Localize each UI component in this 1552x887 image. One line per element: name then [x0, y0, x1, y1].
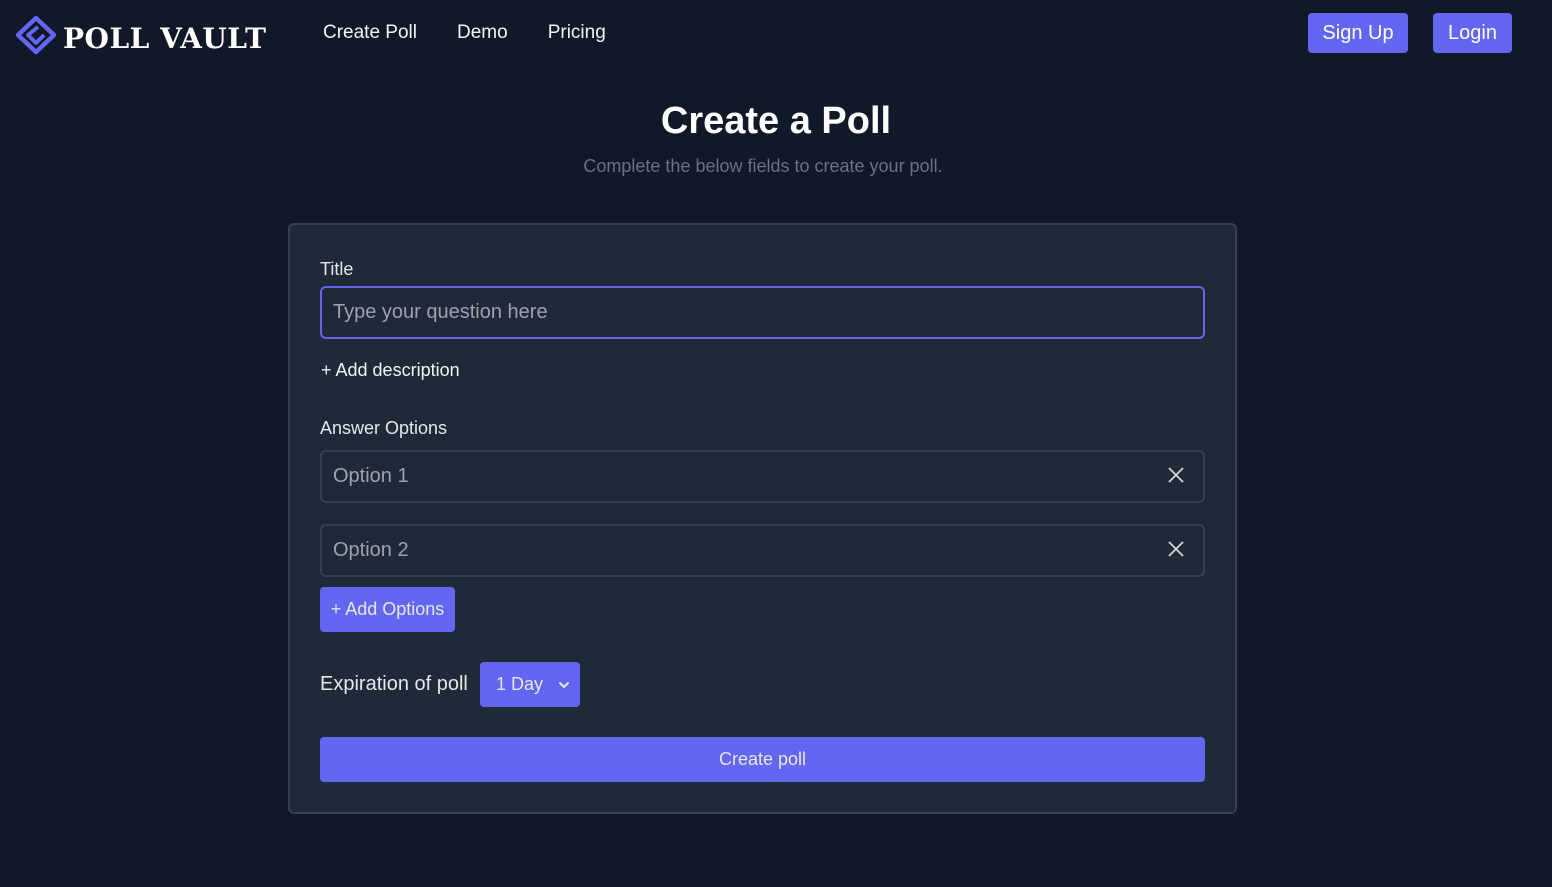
- option-row: [320, 524, 1205, 577]
- add-options-button[interactable]: + Add Options: [320, 587, 455, 632]
- sign-up-button[interactable]: Sign Up: [1308, 13, 1408, 53]
- nav-link-demo[interactable]: Demo: [457, 22, 508, 44]
- answer-options-label: Answer Options: [320, 418, 448, 438]
- create-poll-form: Title + Add description Answer Options +…: [288, 223, 1237, 814]
- top-navbar: POLL VAULT Create Poll Demo Pricing Sign…: [0, 0, 1552, 70]
- close-icon[interactable]: [1165, 464, 1187, 486]
- brand-name: POLL VAULT: [63, 22, 267, 55]
- option-row: [320, 450, 1205, 503]
- add-description-link[interactable]: + Add description: [321, 360, 460, 381]
- expiration-value: 1 Day: [496, 674, 544, 694]
- poll-title-input[interactable]: [320, 286, 1205, 339]
- chevron-down-icon: [557, 676, 571, 690]
- brand-logo[interactable]: POLL VAULT: [15, 15, 267, 61]
- login-button[interactable]: Login: [1433, 13, 1512, 53]
- expiration-select[interactable]: 1 Day: [480, 662, 580, 707]
- option-2-input[interactable]: [320, 524, 1205, 577]
- expiration-label: Expiration of poll: [320, 673, 468, 695]
- page-subtitle: Complete the below fields to create your…: [583, 156, 943, 176]
- nav-links: Create Poll Demo Pricing: [323, 22, 646, 44]
- title-label: Title: [320, 259, 354, 279]
- diamond-logo-icon: [15, 15, 57, 61]
- nav-link-create-poll[interactable]: Create Poll: [323, 22, 417, 44]
- option-1-input[interactable]: [320, 450, 1205, 503]
- nav-link-pricing[interactable]: Pricing: [548, 22, 606, 44]
- close-icon[interactable]: [1165, 538, 1187, 560]
- create-poll-button[interactable]: Create poll: [320, 737, 1205, 782]
- page-title: Create a Poll: [660, 100, 892, 142]
